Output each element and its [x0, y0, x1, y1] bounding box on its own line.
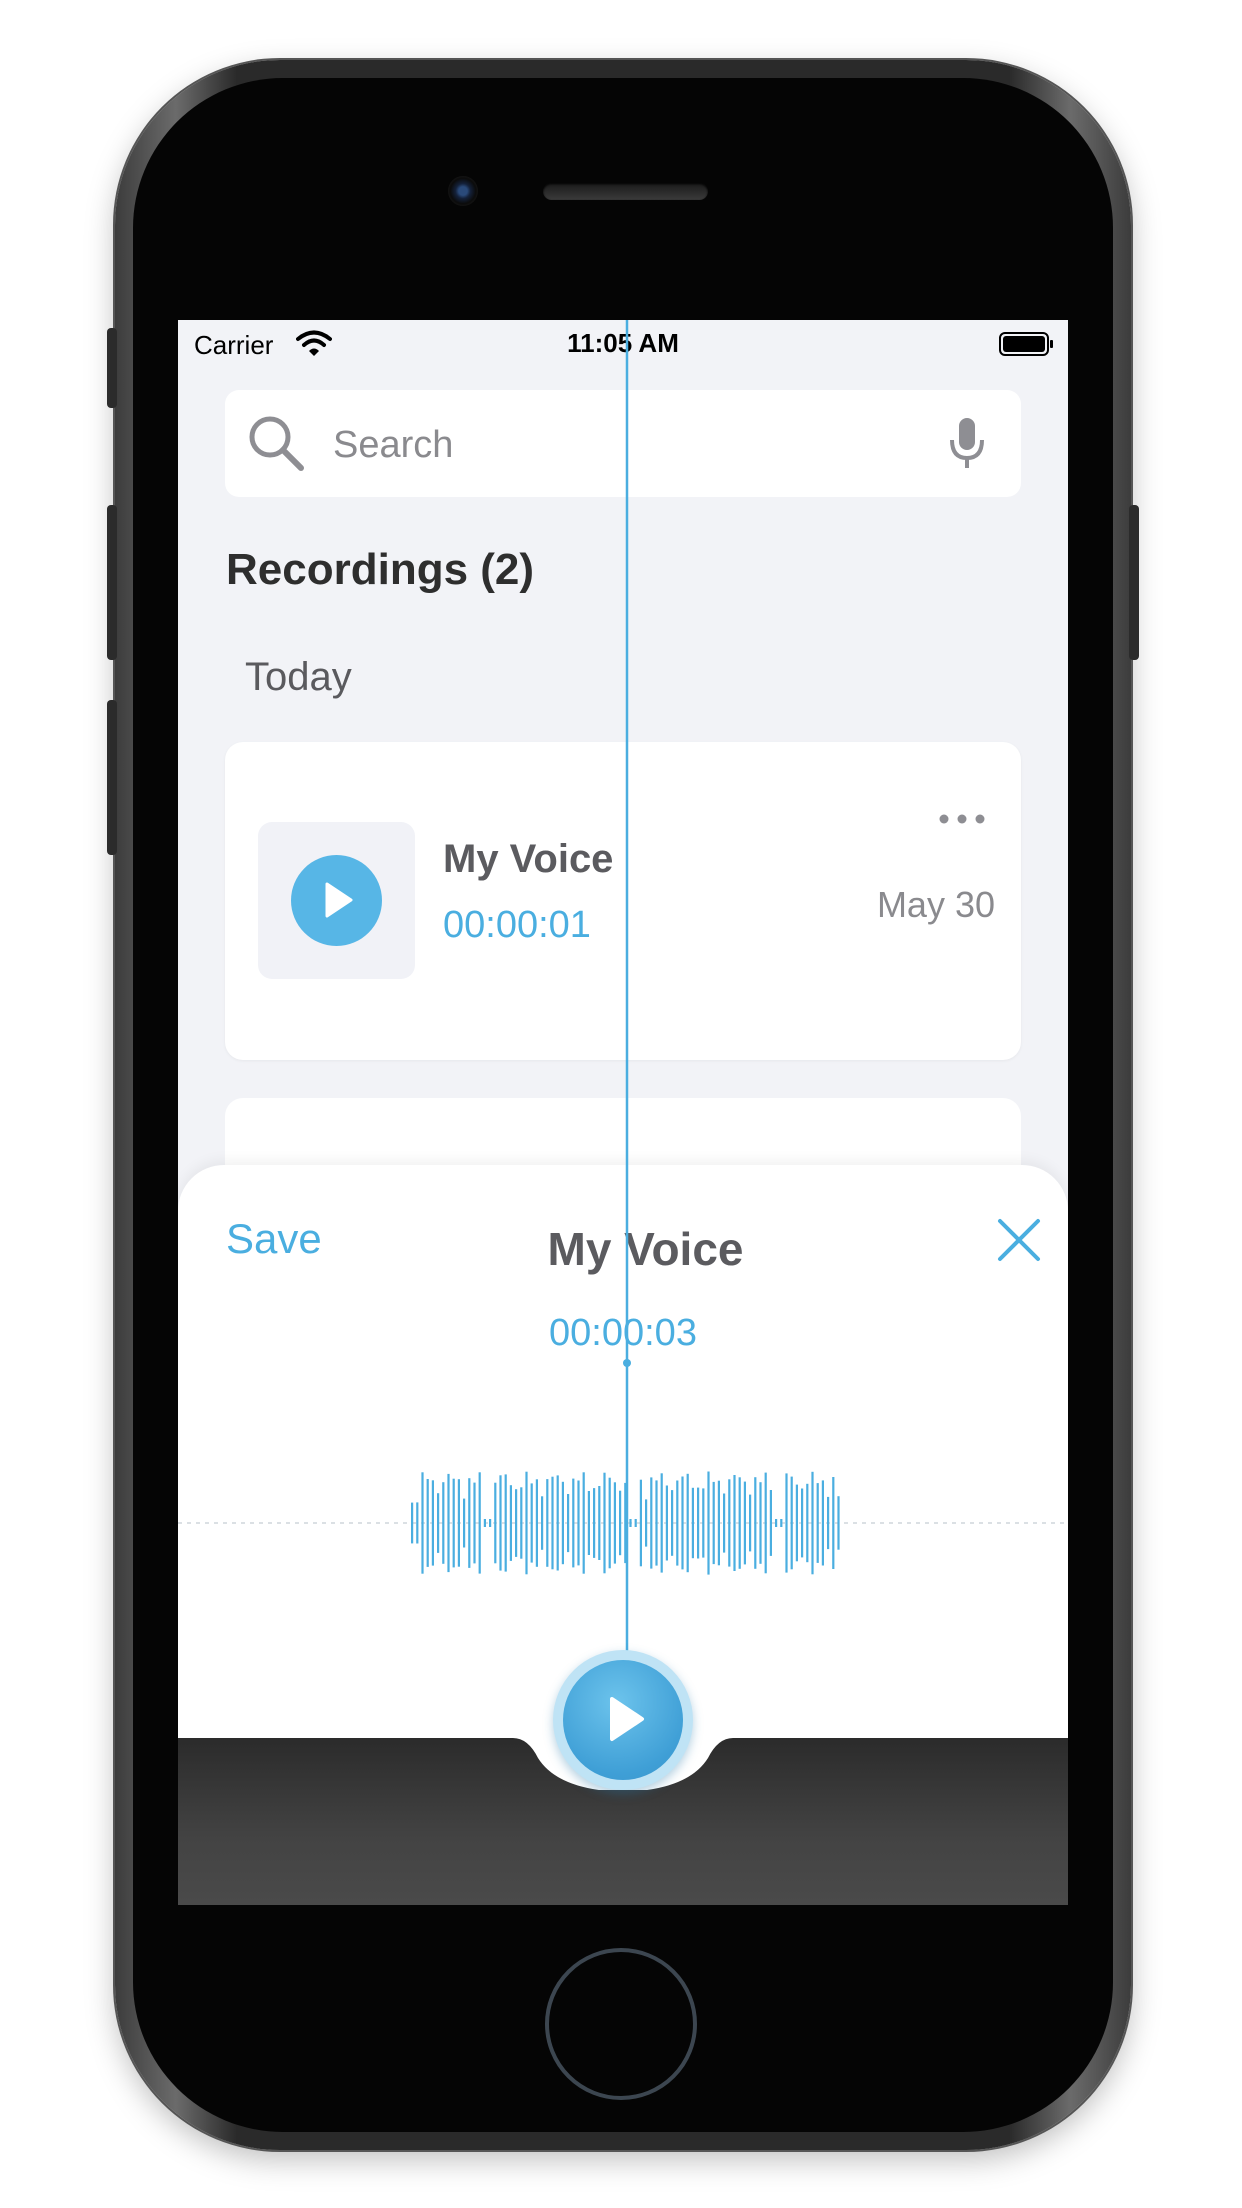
main-play-button[interactable] — [553, 1650, 693, 1790]
waveform-bar — [790, 1476, 793, 1570]
power-button — [1129, 505, 1139, 660]
waveform-bar — [520, 1487, 523, 1559]
waveform-bar — [478, 1472, 481, 1574]
waveform-bar — [572, 1478, 575, 1568]
waveform-bar — [504, 1474, 507, 1572]
waveform-bar — [749, 1494, 752, 1552]
waveform-bar — [530, 1483, 533, 1563]
waveform-bar — [442, 1482, 445, 1564]
waveform-bar — [613, 1482, 616, 1564]
waveform-bar — [535, 1479, 538, 1567]
waveform-bar — [717, 1480, 720, 1566]
waveform-bar — [629, 1519, 632, 1527]
mute-switch — [107, 328, 117, 408]
waveform-bar — [452, 1478, 455, 1568]
waveform-bar — [561, 1481, 564, 1565]
main-play-button-inner — [563, 1660, 683, 1780]
waveform-bar — [499, 1475, 502, 1571]
app-screen: Carrier 11:05 AM Search Recordings (2) T… — [178, 320, 1068, 1905]
waveform-bar — [634, 1519, 637, 1527]
playhead-knob[interactable] — [623, 1359, 631, 1367]
waveform-bar — [686, 1473, 689, 1573]
waveform-bar — [707, 1471, 710, 1575]
waveform-bar — [650, 1477, 653, 1569]
home-button[interactable] — [545, 1948, 697, 2100]
waveform-bar — [754, 1477, 757, 1569]
waveform-bar — [697, 1487, 700, 1559]
waveform-bar — [785, 1473, 788, 1573]
waveform-bar — [660, 1473, 663, 1573]
waveform-bar — [468, 1478, 471, 1568]
volume-up-button — [107, 505, 117, 660]
waveform-bar — [691, 1487, 694, 1559]
waveform-bar — [743, 1481, 746, 1565]
waveform-bar — [582, 1472, 585, 1574]
waveform-bar — [483, 1519, 486, 1527]
waveform-bar — [431, 1480, 434, 1566]
waveform-bar — [681, 1476, 684, 1570]
waveform-bar — [728, 1479, 731, 1567]
waveform-bar — [775, 1519, 778, 1527]
waveform-bar — [608, 1477, 611, 1569]
waveform-bar — [780, 1519, 783, 1527]
waveform-bar — [645, 1499, 648, 1547]
waveform-bar — [733, 1475, 736, 1571]
waveform-bar — [665, 1485, 668, 1561]
waveform-bar — [795, 1484, 798, 1562]
waveform-bar — [515, 1489, 518, 1557]
waveform-bar — [593, 1488, 596, 1558]
waveform-bar — [598, 1486, 601, 1560]
waveform-bar — [556, 1475, 559, 1571]
waveform-bar — [509, 1485, 512, 1561]
waveform-bar — [816, 1483, 819, 1563]
waveform-bar — [447, 1473, 450, 1573]
waveform-bar — [671, 1490, 674, 1556]
waveform-bar — [801, 1488, 804, 1558]
waveform-bar — [541, 1496, 544, 1550]
waveform-bar — [577, 1480, 580, 1566]
waveform-bar — [473, 1482, 476, 1564]
waveform-bar — [587, 1491, 590, 1555]
waveform-bar — [712, 1481, 715, 1565]
waveform-bars — [411, 1471, 840, 1575]
waveform-bar — [769, 1490, 772, 1556]
waveform-bar — [489, 1519, 492, 1527]
waveform-bar — [827, 1496, 830, 1550]
waveform-bar — [702, 1488, 705, 1558]
waveform-bar — [525, 1471, 528, 1575]
waveform-bar — [676, 1480, 679, 1566]
waveform-bar — [463, 1498, 466, 1548]
waveform-bar — [759, 1482, 762, 1564]
volume-down-button — [107, 700, 117, 855]
waveform-bar — [619, 1490, 622, 1556]
waveform-bar — [639, 1479, 642, 1567]
waveform-bar — [764, 1472, 767, 1574]
waveform-bar — [723, 1493, 726, 1553]
waveform-bar — [437, 1493, 440, 1553]
waveform-bar — [567, 1494, 570, 1553]
waveform-bar — [457, 1479, 460, 1567]
waveform-bar — [426, 1479, 429, 1567]
waveform-bar — [551, 1476, 554, 1570]
waveform-bar — [811, 1471, 814, 1575]
waveform-bar — [421, 1472, 424, 1574]
waveform-bar — [494, 1482, 497, 1564]
front-camera — [448, 176, 478, 206]
waveform-bar — [603, 1472, 606, 1574]
waveform-bar — [832, 1477, 835, 1569]
play-icon — [610, 1697, 644, 1741]
waveform-bar — [416, 1502, 419, 1544]
waveform-bar — [738, 1477, 741, 1569]
waveform-bar — [546, 1479, 549, 1567]
waveform-bar — [806, 1483, 809, 1563]
earpiece-speaker — [543, 183, 708, 200]
waveform-bar — [411, 1502, 414, 1544]
waveform-bar — [655, 1480, 658, 1566]
waveform-bar — [821, 1480, 824, 1566]
waveform-bar — [837, 1496, 840, 1550]
